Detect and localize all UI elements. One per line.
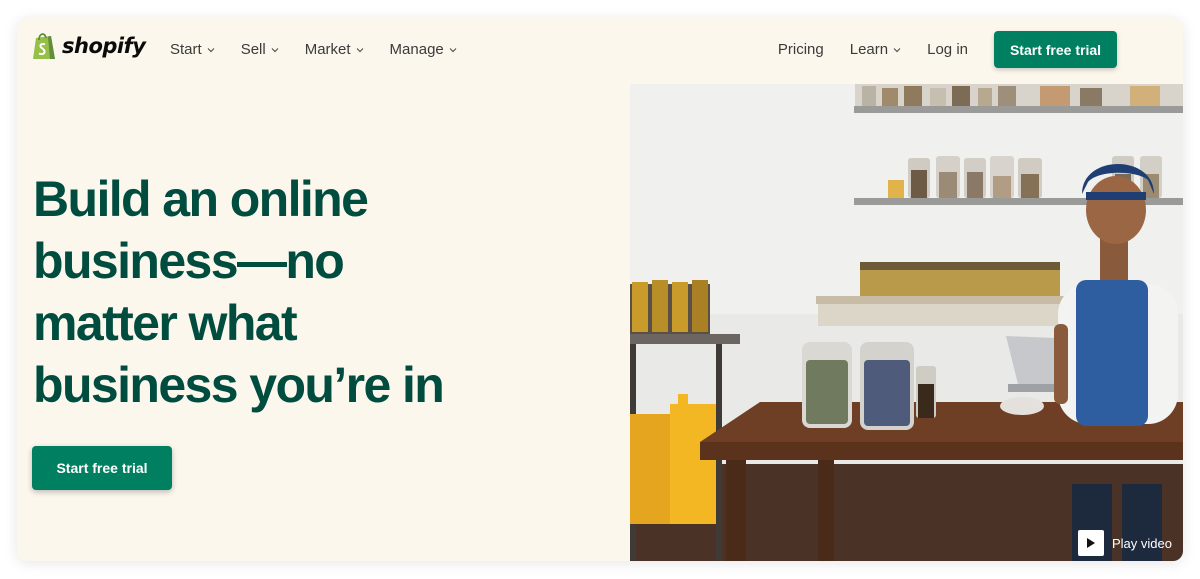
play-icon [1078, 530, 1104, 556]
hero-photo: Play video [630, 84, 1183, 561]
bowl [1000, 397, 1044, 415]
pricing-link[interactable]: Pricing [778, 41, 824, 58]
play-video-label: Play video [1112, 535, 1172, 551]
learn-label: Learn [849, 41, 889, 58]
headline-line: matter what [33, 295, 298, 351]
start-free-trial-button-header[interactable]: Start free trial [994, 31, 1117, 68]
menu-item-market[interactable]: Market [305, 41, 364, 58]
shelf-jars-top [854, 84, 1183, 113]
menu-item-start[interactable]: Start [170, 41, 215, 58]
learn-menu[interactable]: Learn [850, 41, 901, 58]
page-frame: shopify Start Sell Market Manage Pricing [17, 18, 1183, 561]
header-nav: shopify Start Sell Market Manage Pricing [17, 18, 1183, 84]
menu-item-label: Manage [389, 41, 444, 58]
secondary-nav: Pricing Learn Log in Start free trial [778, 31, 1183, 68]
hero-headline: Build an online business—no matter what … [33, 168, 533, 416]
headline-line: Build an online [33, 171, 369, 227]
play-video-button[interactable]: Play video [1078, 530, 1172, 556]
chevron-down-icon [356, 47, 363, 52]
menu-item-sell[interactable]: Sell [241, 41, 279, 58]
menu-item-manage[interactable]: Manage [390, 41, 457, 58]
start-free-trial-button-hero[interactable]: Start free trial [32, 446, 172, 490]
headline-line: business you’re in [33, 357, 445, 413]
primary-menu: Start Sell Market Manage [170, 41, 457, 58]
menu-item-label: Start [170, 41, 202, 58]
login-link[interactable]: Log in [927, 41, 968, 58]
chevron-down-icon [207, 47, 215, 52]
menu-item-label: Sell [240, 41, 266, 58]
brand-name: shopify [62, 34, 146, 58]
shopify-logo[interactable]: shopify [31, 31, 146, 61]
headline-line: business—no [33, 233, 345, 289]
chevron-down-icon [449, 47, 457, 52]
chevron-down-icon [271, 47, 279, 52]
shopping-bag-icon [33, 33, 55, 59]
menu-item-label: Market [304, 41, 351, 58]
chevron-down-icon [893, 47, 901, 52]
hero-illustration [630, 84, 1183, 561]
